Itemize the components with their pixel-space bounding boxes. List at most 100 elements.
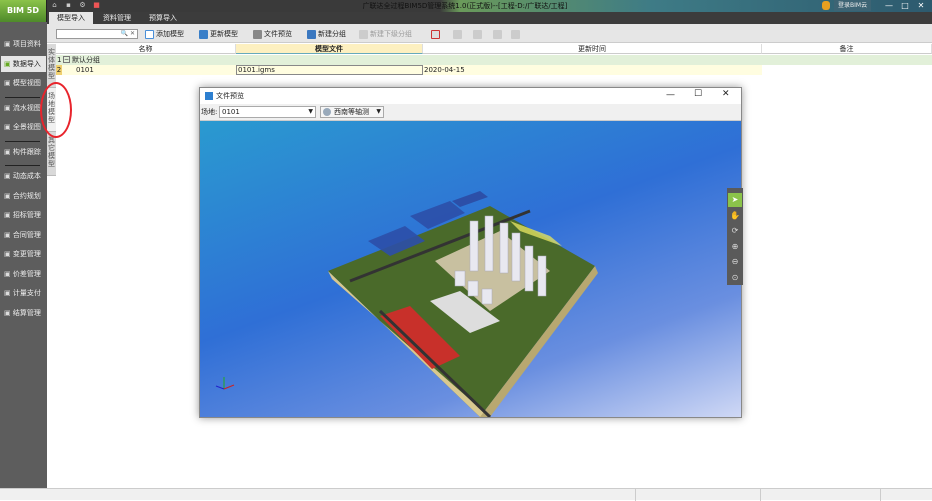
sidebar-divider [5,140,40,142]
model-icon: ▣ [4,79,13,87]
col-update-time[interactable]: 更新时间 [423,44,762,54]
file-preview-dialog: 文件预览 — ☐ ✕ 场地: 0101 ▼ 西南等轴测 ▼ ➤ ✋ ⟳ ⊕ ⊖ … [199,87,743,419]
col-model-file[interactable]: 模型文件 [236,44,423,54]
exit-icon[interactable]: ■ [92,1,101,10]
move-up-icon [453,29,462,39]
move-up-button[interactable] [453,28,464,40]
label: 新建分组 [318,30,346,38]
folder-icon: ▣ [4,40,13,48]
table-row[interactable]: 2 0101 0101.igms 2020-04-15 [56,65,932,75]
sidebar-item-12[interactable]: ▣ 合同管理 [1,227,46,243]
update-model-button[interactable]: 更新模型 [199,28,238,40]
site-value: 0101 [222,108,240,116]
dialog-title: 文件预览 [216,92,244,100]
export-icon [511,29,520,39]
dialog-title-bar: 文件预览 — ☐ ✕ [200,88,741,104]
sidebar-item-14[interactable]: ▣ 价差管理 [1,266,46,282]
document-icon: ▣ [4,230,13,239]
move-down-icon [473,29,482,39]
tab-bar: 模型导入 资料管理 预算导入 [47,12,932,24]
sidebar-item-13[interactable]: ▣ 变更管理 [1,246,46,262]
dialog-minimize-button[interactable]: — [666,90,675,100]
site-model-render [215,191,598,419]
note [762,65,932,75]
tab-budget-import[interactable]: 预算导入 [141,12,185,24]
minimize-button[interactable]: — [882,0,896,11]
sidebar-item-9[interactable]: ▣ 动态成本 [1,168,46,184]
status-bar [0,488,932,501]
gear-icon[interactable]: ⚙ [78,1,87,10]
price-icon: ▣ [4,269,13,278]
contract-icon: ▣ [4,191,13,200]
site-label: 场地: [201,108,218,116]
sidebar-item-label: 计量支付 [12,289,41,297]
sidebar-item-10[interactable]: ▣ 合约规划 [1,188,46,204]
home-icon[interactable]: ⌂ [50,1,59,10]
close-button[interactable]: ✕ [914,0,928,11]
tender-icon: ▣ [4,211,13,219]
sidebar-item-15[interactable]: ▣ 计量支付 [1,285,46,301]
zoom-fit-icon[interactable]: ⊙ [728,271,742,285]
sidebar-divider [5,96,40,98]
collapse-icon[interactable]: − [63,56,70,63]
view-select[interactable]: 西南等轴测 ▼ [320,106,384,118]
sidebar-item-label: 流水视图 [12,103,41,112]
subfolder-icon [359,29,368,39]
row-number: 1 [57,56,62,64]
site-select[interactable]: 0101 ▼ [219,106,316,118]
label: 更新模型 [210,30,238,38]
sidebar-item-label: 动态成本 [12,172,41,180]
pointer-icon[interactable]: ➤ [728,193,742,207]
app-logo[interactable]: BIM 5D [0,0,47,22]
user-icon[interactable] [822,1,830,10]
3d-viewport[interactable] [200,121,741,419]
sidebar-item-0[interactable]: ▣ 项目资料 [1,36,46,52]
new-group-button[interactable]: 新建分组 [307,28,346,40]
dialog-close-button[interactable]: ✕ [722,89,730,99]
col-name[interactable]: 名称 [56,44,236,54]
tab-model-import[interactable]: 模型导入 [49,12,93,24]
delete-button[interactable] [431,28,442,40]
sidebar-item-5[interactable]: ▣ 全景视图 [1,119,46,135]
preview-icon [253,29,262,39]
maximize-button[interactable]: □ [898,0,912,11]
sidebar-item-2[interactable]: ▣ 模型视图 [1,75,46,91]
sidebar-item-1[interactable]: ▣ 数据导入 [1,55,46,72]
new-subgroup-button[interactable]: 新建下级分组 [359,28,412,40]
sidebar-item-16[interactable]: ▣ 结算管理 [1,305,46,321]
model-file[interactable]: 0101.igms [236,65,423,75]
search-input[interactable]: 🔍 ✕ [56,29,138,39]
label: 文件预览 [264,30,292,38]
dialog-toolbar: 场地: 0101 ▼ 西南等轴测 ▼ [200,104,741,121]
panorama-icon: ▣ [4,123,13,131]
dialog-maximize-button[interactable]: ☐ [694,89,702,99]
toolbar: 添加模型 更新模型 文件预览 新建分组 新建下级分组 [47,24,932,43]
sidebar-item-label: 项目资料 [12,40,41,48]
export-button[interactable] [511,28,522,40]
file-preview-button[interactable]: 文件预览 [253,28,292,40]
pan-hand-icon[interactable]: ✋ [728,209,742,223]
login-button[interactable]: 登录BIM云 [834,0,872,11]
sidebar-item-label: 招标管理 [12,211,41,219]
sidebar-item-11[interactable]: ▣ 招标管理 [1,207,46,223]
sidebar-item-label: 结算管理 [12,308,41,317]
add-model-button[interactable]: 添加模型 [145,28,184,40]
sidebar-item-label: 数据导入 [12,59,41,68]
payment-icon: ▣ [4,289,13,297]
flag-button[interactable] [493,28,504,40]
flow-icon: ▣ [4,103,13,112]
tab-document-management[interactable]: 资料管理 [95,12,139,24]
sidebar-item-label: 变更管理 [12,250,41,258]
col-note[interactable]: 备注 [762,44,932,54]
zoom-out-icon[interactable]: ⊖ [728,255,742,269]
table-row-group[interactable]: 1 − 默认分组 [56,55,932,65]
zoom-in-icon[interactable]: ⊕ [728,240,742,254]
save-icon[interactable]: ▪ [64,1,73,10]
side-tab-2[interactable]: 其它模型 [47,132,56,176]
delete-icon [431,29,440,39]
change-icon: ▣ [4,250,13,258]
sidebar-item-7[interactable]: ▣ 构件跟踪 [1,144,46,160]
orbit-icon[interactable]: ⟳ [728,224,742,238]
move-down-button[interactable] [473,28,484,40]
window-title: 广联达全过程BIM5D管理系统1.0(正式版)--[工程-D:/广联达/工程] [362,2,568,10]
